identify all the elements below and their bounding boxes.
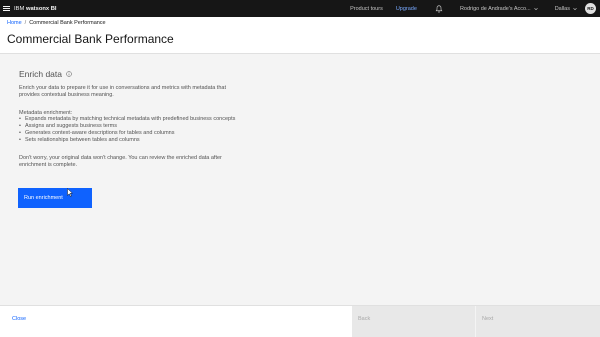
list-item: Sets relationships between tables and co… [19, 137, 235, 144]
reassurance-note: Don't worry, your original data won't ch… [19, 155, 269, 169]
enrich-title: Enrich data [19, 69, 62, 79]
brand-product: watsonx BI [25, 5, 57, 12]
intro-line: provides contextual business meaning. [19, 92, 114, 98]
chevron-down-icon [573, 7, 577, 11]
topbar-actions: Product tours Upgrade Rodrigo de Andrade… [350, 0, 600, 17]
intro-line: Enrich your data to prepare it for use i… [19, 85, 226, 91]
note-line: enrichment is complete. [19, 162, 78, 168]
list-item: Expands metadata by matching technical m… [19, 116, 235, 123]
user-avatar[interactable]: RD [585, 3, 596, 14]
brand-prefix: IBM [14, 5, 25, 12]
breadcrumb-current: Commercial Bank Performance [29, 20, 106, 26]
product-brand[interactable]: IBM watsonx BI [14, 6, 57, 12]
upgrade-link[interactable]: Upgrade [396, 6, 417, 12]
breadcrumb-home-link[interactable]: Home [7, 20, 22, 26]
info-icon[interactable] [66, 71, 72, 77]
list-item: Generates context-aware descriptions for… [19, 130, 235, 137]
menu-icon[interactable] [2, 4, 11, 13]
page-header: Home / Commercial Bank Performance Comme… [0, 17, 600, 54]
chevron-down-icon [533, 7, 538, 11]
region-switcher[interactable]: Dallas [555, 6, 577, 12]
metadata-enrichment-list: Expands metadata by matching technical m… [19, 116, 235, 144]
list-item: Assigns and suggests business terms [19, 123, 235, 130]
notification-bell-icon[interactable] [435, 4, 443, 13]
run-enrichment-button[interactable]: Run enrichment [18, 188, 92, 208]
back-button[interactable]: Back [352, 306, 476, 337]
product-tours-link[interactable]: Product tours [350, 6, 383, 12]
region-name: Dallas [554, 5, 570, 12]
note-line: Don't worry, your original data won't ch… [19, 155, 222, 161]
close-link[interactable]: Close [12, 316, 26, 322]
wizard-footer: Close Back Next [0, 305, 600, 337]
enrich-section-heading: Enrich data [19, 69, 72, 79]
page-title: Commercial Bank Performance [7, 32, 174, 46]
account-switcher[interactable]: Rodrigo de Andrade's Acco... [460, 6, 538, 12]
breadcrumb: Home / Commercial Bank Performance [7, 20, 106, 26]
enrich-data-panel: Enrich data Enrich your data to prepare … [0, 55, 600, 305]
account-name: Rodrigo de Andrade's Acco... [459, 5, 531, 12]
breadcrumb-separator: / [24, 20, 27, 26]
mouse-cursor-icon [67, 188, 73, 197]
enrich-intro-text: Enrich your data to prepare it for use i… [19, 85, 279, 99]
next-button[interactable]: Next [476, 306, 600, 337]
top-navigation-bar: IBM watsonx BI Product tours Upgrade Rod… [0, 0, 600, 17]
